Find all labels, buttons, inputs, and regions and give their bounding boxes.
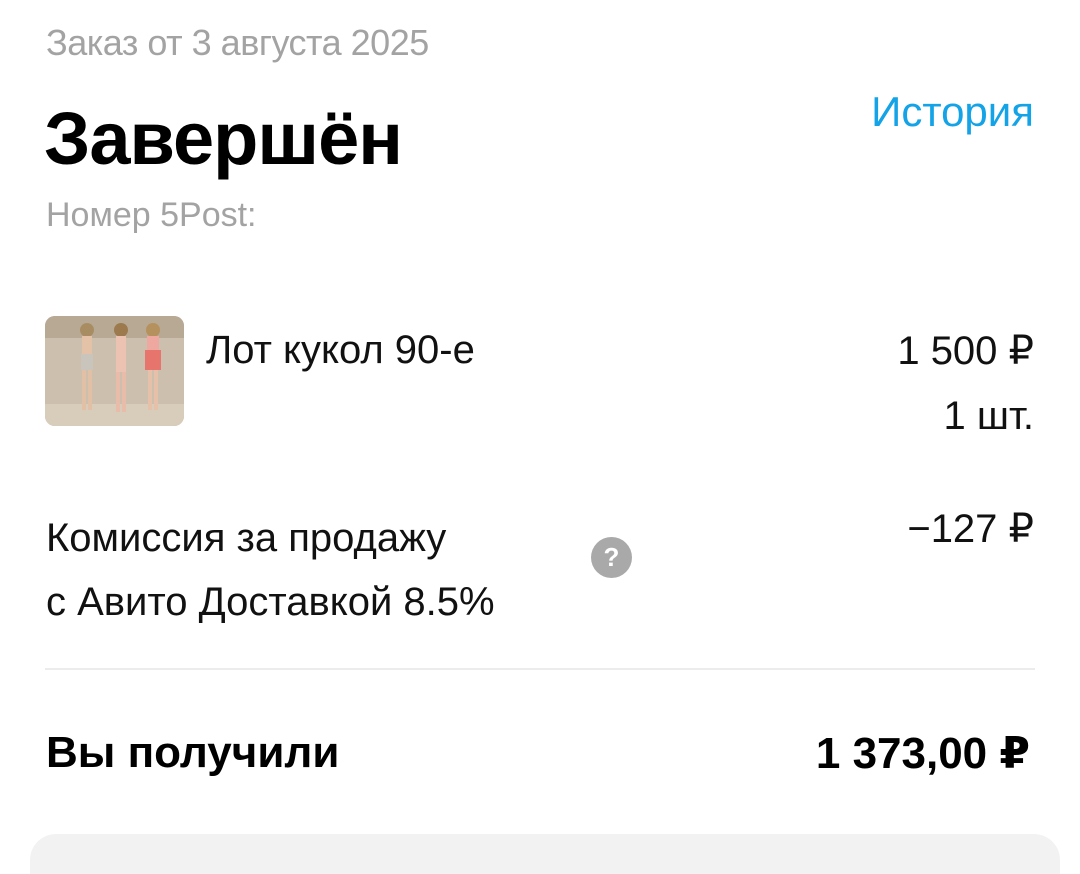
- product-price: 1 500 ₽: [897, 329, 1034, 373]
- divider: [45, 668, 1035, 670]
- question-mark-icon[interactable]: ?: [591, 537, 632, 578]
- total-received-label: Вы получили: [46, 728, 340, 777]
- total-received-value: 1 373,00 ₽: [815, 729, 1030, 778]
- next-section-card: [30, 834, 1060, 874]
- commission-label: Комиссия за продажу с Авито Доставкой 8.…: [46, 506, 495, 634]
- product-quantity: 1 шт.: [943, 394, 1034, 438]
- order-date: Заказ от 3 августа 2025: [46, 22, 429, 63]
- tracking-number-label: Номер 5Post:: [46, 196, 257, 234]
- product-thumbnail[interactable]: [45, 316, 184, 426]
- product-photo-dolls-icon: [45, 316, 184, 426]
- commission-value: −127 ₽: [907, 507, 1034, 551]
- product-name[interactable]: Лот кукол 90-е: [206, 328, 475, 373]
- order-status-title: Завершён: [44, 97, 403, 180]
- commission-label-line1: Комиссия за продажу: [46, 516, 447, 560]
- history-link[interactable]: История: [871, 88, 1034, 136]
- commission-label-line2: с Авито Доставкой 8.5%: [46, 580, 495, 624]
